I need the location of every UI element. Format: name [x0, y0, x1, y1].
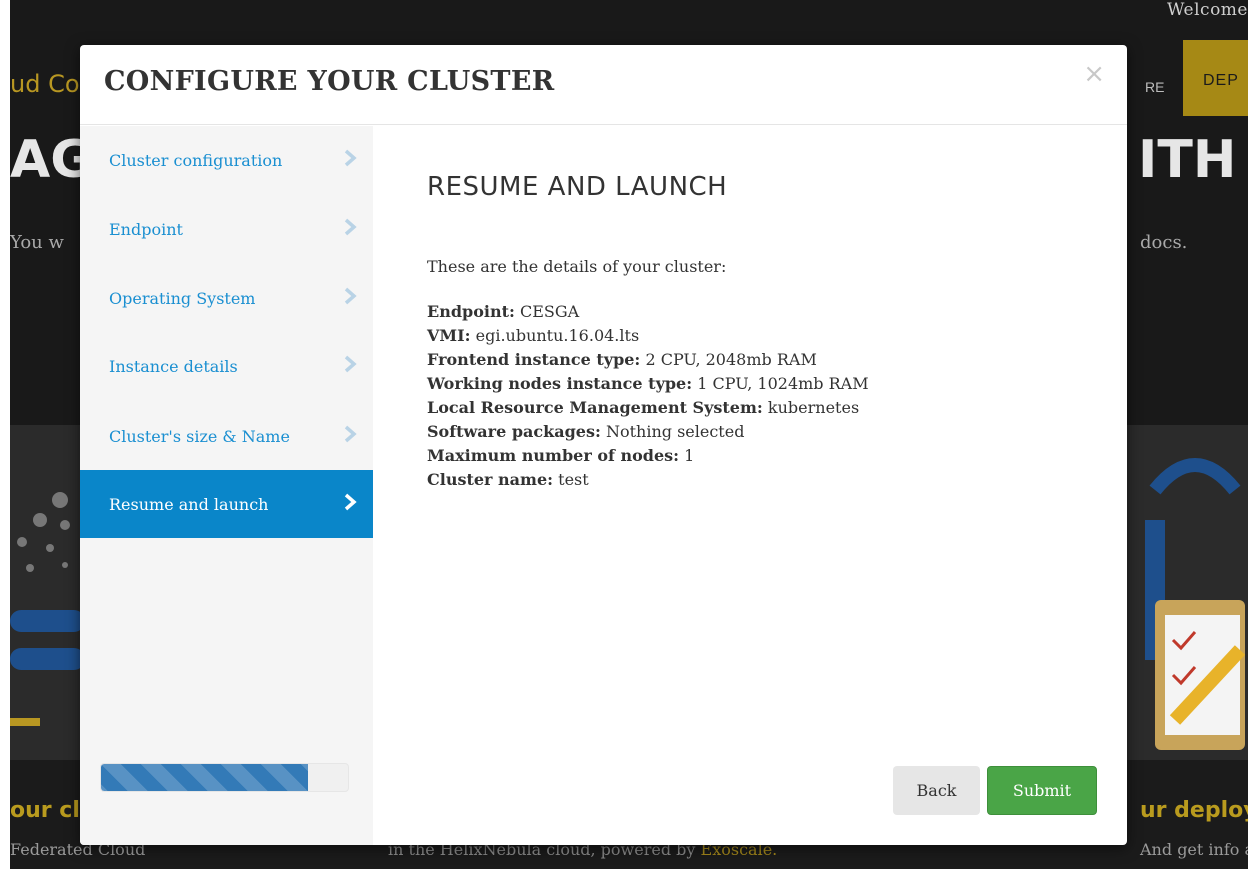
hero-title-right: ITH I	[1138, 130, 1248, 190]
detail-value: 1 CPU, 1024mb RAM	[697, 374, 869, 393]
step-label: Endpoint	[109, 219, 183, 239]
detail-value: CESGA	[519, 302, 580, 321]
wizard-steps-sidebar: Cluster configuration Endpoint Operating…	[80, 126, 373, 845]
detail-vmi: VMI: egi.ubuntu.16.04.lts	[427, 324, 869, 348]
step-instance-details[interactable]: Instance details	[80, 332, 373, 400]
step-operating-system[interactable]: Operating System	[80, 264, 373, 332]
detail-label: VMI:	[427, 326, 471, 345]
wizard-progress-bar	[100, 763, 349, 792]
step-label: Resume and launch	[109, 494, 269, 514]
brand-logo-text: ud Co	[10, 70, 80, 98]
footer-text-right: And get info about	[1140, 840, 1248, 859]
chevron-right-icon	[344, 493, 357, 511]
detail-frontend-instance: Frontend instance type: 2 CPU, 2048mb RA…	[427, 348, 869, 372]
step-content-panel: RESUME AND LAUNCH These are the details …	[373, 126, 1127, 845]
detail-endpoint: Endpoint: CESGA	[427, 300, 869, 324]
detail-label: Software packages:	[427, 422, 601, 441]
detail-value: 1	[684, 446, 695, 465]
section-intro: These are the details of your cluster:	[427, 257, 727, 276]
chevron-right-icon	[344, 425, 357, 443]
back-button[interactable]: Back	[893, 766, 980, 815]
detail-value: kubernetes	[767, 398, 860, 417]
detail-label: Frontend instance type:	[427, 350, 641, 369]
footer-heading-left: our cl	[10, 798, 80, 823]
nav-deploy-button: DEP	[1183, 40, 1248, 116]
detail-software-packages: Software packages: Nothing selected	[427, 420, 869, 444]
detail-label: Working nodes instance type:	[427, 374, 693, 393]
welcome-text: Welcome	[1166, 0, 1248, 20]
chevron-right-icon	[344, 287, 357, 305]
configure-cluster-modal: CONFIGURE YOUR CLUSTER × Cluster configu…	[80, 45, 1127, 845]
footer-heading-right: ur deploy	[1140, 798, 1248, 823]
detail-value: test	[558, 470, 589, 489]
chevron-right-icon	[344, 218, 357, 236]
step-cluster-configuration[interactable]: Cluster configuration	[80, 126, 373, 194]
hero-subtitle-right: docs.	[1140, 232, 1188, 253]
detail-label: Maximum number of nodes:	[427, 446, 680, 465]
detail-value: Nothing selected	[605, 422, 745, 441]
submit-button[interactable]: Submit	[987, 766, 1097, 815]
step-endpoint[interactable]: Endpoint	[80, 195, 373, 263]
clipboard-pencil-illustration	[1145, 458, 1246, 750]
modal-body: Cluster configuration Endpoint Operating…	[80, 126, 1127, 845]
section-heading: RESUME AND LAUNCH	[427, 172, 728, 202]
step-label: Cluster's size & Name	[109, 426, 290, 446]
wizard-progress-fill	[101, 764, 309, 791]
chevron-right-icon	[344, 149, 357, 167]
detail-value: 2 CPU, 2048mb RAM	[645, 350, 817, 369]
detail-label: Local Resource Management System:	[427, 398, 763, 417]
detail-lrms: Local Resource Management System: kubern…	[427, 396, 869, 420]
detail-value: egi.ubuntu.16.04.lts	[475, 326, 640, 345]
detail-max-nodes: Maximum number of nodes: 1	[427, 444, 869, 468]
chevron-right-icon	[344, 355, 357, 373]
step-cluster-size-name[interactable]: Cluster's size & Name	[80, 402, 373, 470]
detail-label: Cluster name:	[427, 470, 554, 489]
modal-title: CONFIGURE YOUR CLUSTER	[104, 66, 555, 97]
step-resume-and-launch[interactable]: Resume and launch	[80, 470, 373, 538]
detail-cluster-name: Cluster name: test	[427, 468, 869, 492]
step-label: Instance details	[109, 356, 238, 376]
nav-link: RE	[1145, 79, 1165, 95]
step-label: Operating System	[109, 288, 256, 308]
cluster-details-list: Endpoint: CESGA VMI: egi.ubuntu.16.04.lt…	[427, 300, 869, 492]
modal-header: CONFIGURE YOUR CLUSTER ×	[80, 45, 1127, 125]
close-icon[interactable]: ×	[1083, 59, 1105, 89]
detail-working-nodes-instance: Working nodes instance type: 1 CPU, 1024…	[427, 372, 869, 396]
detail-label: Endpoint:	[427, 302, 515, 321]
cloud-dots-illustration	[10, 492, 85, 726]
step-label: Cluster configuration	[109, 150, 283, 170]
hero-subtitle-left: You w	[10, 232, 64, 253]
